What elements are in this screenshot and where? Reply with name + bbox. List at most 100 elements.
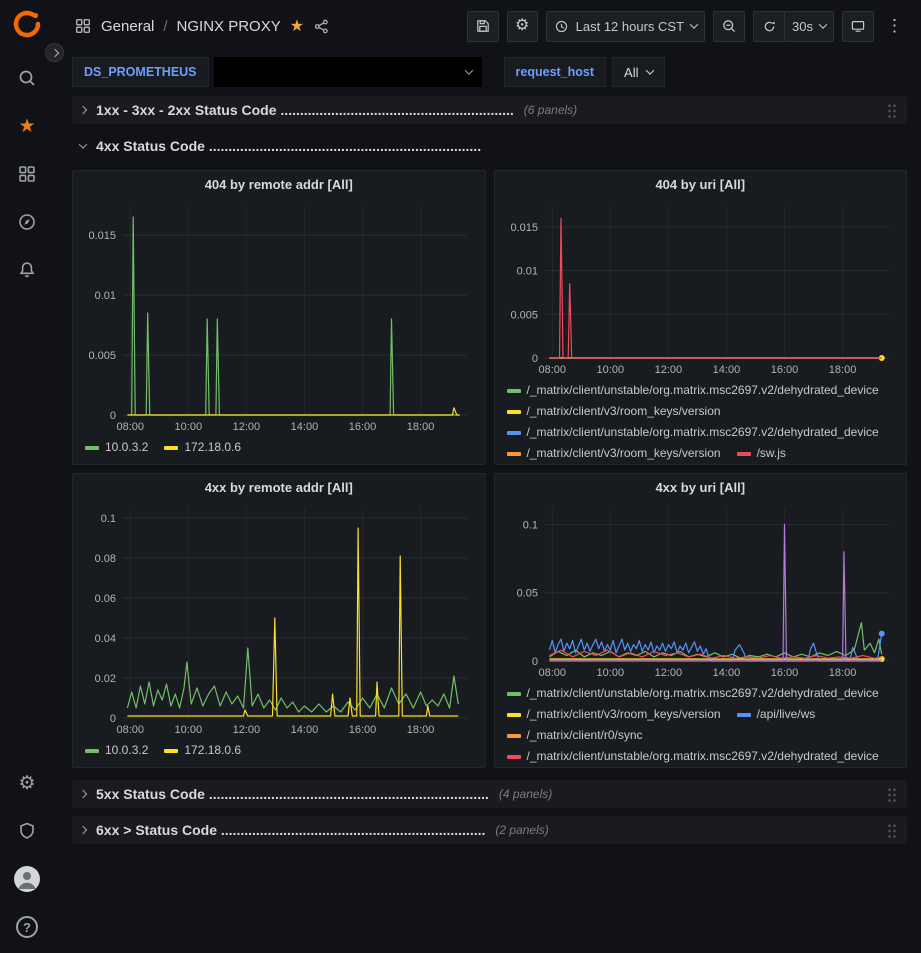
star-icon: ★	[18, 117, 35, 136]
refresh-icon	[762, 19, 777, 34]
more-options-button[interactable]: ⋮	[882, 16, 907, 36]
chart-4xx-by-uri[interactable]: 08:0010:0012:0014:0016:0018:0000.050.1	[501, 500, 901, 681]
legend-item[interactable]: /_matrix/client/v3/room_keys/version	[507, 401, 721, 422]
legend-item[interactable]: /api/live/ws	[737, 704, 816, 725]
share-icon[interactable]	[313, 18, 330, 35]
sidebar-item-help[interactable]: ?	[7, 907, 47, 947]
svg-text:12:00: 12:00	[654, 364, 682, 376]
sidebar-item-explore[interactable]	[7, 202, 47, 242]
row-panel-count: (6 panels)	[524, 103, 577, 117]
sidebar-item-alerting[interactable]	[7, 250, 47, 290]
legend-item[interactable]: 172.18.0.6	[164, 437, 241, 458]
dashboard-settings-button[interactable]: ⚙	[507, 11, 538, 42]
refresh-interval-picker[interactable]: 30s	[784, 11, 834, 42]
svg-text:10:00: 10:00	[175, 421, 203, 433]
sidebar: ★ ⚙	[0, 0, 54, 953]
sidebar-item-search[interactable]	[7, 58, 47, 98]
panel-4xx-by-remote-addr: 4xx by remote addr [All] 08:0010:0012:00…	[72, 473, 486, 768]
legend-item[interactable]: /_matrix/client/unstable/org.matrix.msc2…	[507, 746, 879, 767]
svg-text:0.01: 0.01	[516, 266, 537, 278]
time-range-picker[interactable]: Last 12 hours CST	[546, 11, 705, 42]
refresh-button[interactable]	[753, 11, 784, 42]
legend-item[interactable]: /sw.js	[737, 443, 786, 464]
var-ds-prometheus-label[interactable]: DS_PROMETHEUS	[72, 57, 209, 87]
gear-icon: ⚙	[18, 774, 35, 793]
avatar	[14, 866, 40, 892]
legend-item[interactable]: 10.0.3.2	[85, 437, 148, 458]
var-datasource-select[interactable]	[214, 57, 482, 87]
svg-text:0.1: 0.1	[522, 519, 537, 531]
panel-legend: /_matrix/client/unstable/org.matrix.msc2…	[495, 378, 907, 464]
sidebar-item-dashboards[interactable]	[7, 154, 47, 194]
legend-item[interactable]: /_matrix/client/r0/sync	[507, 725, 643, 746]
sidebar-expand-button[interactable]	[45, 43, 64, 62]
legend-swatch	[507, 692, 521, 696]
breadcrumb-title[interactable]: NGINX PROXY	[177, 18, 281, 35]
legend-swatch	[737, 452, 751, 456]
chart-404-by-uri[interactable]: 08:0010:0012:0014:0016:0018:0000.0050.01…	[501, 197, 901, 378]
svg-text:0.015: 0.015	[510, 222, 538, 234]
panel-404-by-remote-addr: 404 by remote addr [All] 08:0010:0012:00…	[72, 170, 486, 465]
breadcrumb: General / NGINX PROXY ★	[74, 16, 330, 36]
legend-item[interactable]: 172.18.0.6	[164, 740, 241, 761]
chevron-down-icon	[690, 20, 698, 28]
svg-text:0: 0	[531, 656, 537, 668]
tv-mode-button[interactable]	[842, 11, 874, 42]
legend-item[interactable]: /_matrix/client/unstable/org.matrix.msc2…	[507, 422, 879, 443]
svg-text:18:00: 18:00	[407, 724, 435, 736]
svg-text:10:00: 10:00	[175, 724, 203, 736]
row-title: 1xx - 3xx - 2xx Status Code ............…	[96, 102, 514, 118]
legend-item[interactable]: /_matrix/client/v3/room_keys/version	[507, 704, 721, 725]
chart-4xx-by-remote-addr[interactable]: 08:0010:0012:0014:0016:0018:0000.020.040…	[79, 500, 479, 738]
breadcrumb-section[interactable]: General	[101, 18, 154, 35]
chart-404-by-remote-addr[interactable]: 08:0010:0012:0014:0016:0018:0000.0050.01…	[79, 197, 479, 435]
svg-text:0.04: 0.04	[95, 633, 116, 645]
panel-title[interactable]: 404 by uri [All]	[495, 171, 907, 197]
kebab-icon: ⋮	[886, 16, 903, 35]
sidebar-item-profile[interactable]	[7, 859, 47, 899]
row-header-5xx[interactable]: 5xx Status Code ........................…	[72, 780, 907, 808]
header-actions: ⚙ Last 12 hours CST 30s	[467, 11, 907, 42]
var-request-host-label[interactable]: request_host	[504, 57, 607, 87]
zoom-out-time-button[interactable]	[713, 11, 745, 42]
svg-text:18:00: 18:00	[828, 667, 856, 679]
favorite-star-icon[interactable]: ★	[290, 16, 304, 36]
svg-text:0.05: 0.05	[516, 588, 537, 600]
save-dashboard-button[interactable]	[467, 11, 499, 42]
row-header-6xx[interactable]: 6xx > Status Code ......................…	[72, 816, 907, 844]
dashboard-content: 1xx - 3xx - 2xx Status Code ............…	[54, 92, 921, 953]
search-icon	[17, 68, 37, 88]
svg-text:0.005: 0.005	[88, 350, 116, 362]
time-range-label: Last 12 hours CST	[576, 19, 684, 34]
sidebar-item-settings[interactable]: ⚙	[7, 763, 47, 803]
row-header-4xx[interactable]: 4xx Status Code ........................…	[72, 132, 907, 160]
drag-handle-icon[interactable]	[887, 822, 897, 838]
panel-title[interactable]: 4xx by remote addr [All]	[73, 474, 485, 500]
shield-icon	[17, 821, 37, 841]
legend-item[interactable]: /_matrix/client/v3/room_keys/version	[507, 443, 721, 464]
sidebar-item-server-admin[interactable]	[7, 811, 47, 851]
svg-text:14:00: 14:00	[291, 421, 319, 433]
drag-handle-icon[interactable]	[887, 102, 897, 118]
svg-text:18:00: 18:00	[828, 364, 856, 376]
panel-title[interactable]: 4xx by uri [All]	[495, 474, 907, 500]
sidebar-item-starred[interactable]: ★	[7, 106, 47, 146]
monitor-icon	[850, 18, 866, 34]
row-header-1xx[interactable]: 1xx - 3xx - 2xx Status Code ............…	[72, 96, 907, 124]
panel-title[interactable]: 404 by remote addr [All]	[73, 171, 485, 197]
legend-item[interactable]: /_matrix/client/unstable/org.matrix.msc2…	[507, 683, 879, 704]
legend-item[interactable]: /_matrix/client/unstable/org.matrix.msc2…	[507, 380, 879, 401]
grafana-logo[interactable]	[11, 8, 43, 40]
save-icon	[475, 18, 491, 34]
clock-icon	[554, 19, 569, 34]
svg-text:0: 0	[531, 353, 537, 365]
legend-swatch	[507, 755, 521, 759]
svg-text:16:00: 16:00	[349, 421, 377, 433]
panel-4xx-by-uri: 4xx by uri [All] 08:0010:0012:0014:0016:…	[494, 473, 908, 768]
drag-handle-icon[interactable]	[887, 786, 897, 802]
svg-text:0.005: 0.005	[510, 309, 538, 321]
row-panel-count: (4 panels)	[499, 787, 552, 801]
legend-item[interactable]: 10.0.3.2	[85, 740, 148, 761]
row-title: 5xx Status Code ........................…	[96, 786, 489, 802]
var-request-host-select[interactable]: All	[612, 57, 665, 87]
